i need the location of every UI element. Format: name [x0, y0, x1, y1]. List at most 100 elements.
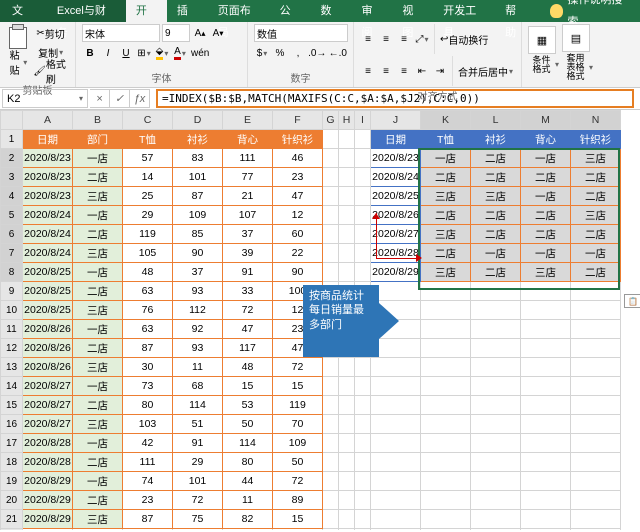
cell[interactable]: 37	[223, 225, 273, 244]
cell[interactable]: 二店	[73, 453, 123, 472]
cell[interactable]: 70	[273, 415, 323, 434]
comma-button[interactable]: ,	[290, 44, 306, 62]
col-header[interactable]: H	[339, 111, 355, 130]
percent-button[interactable]: %	[272, 44, 288, 62]
phonetic-button[interactable]: wén	[190, 44, 210, 62]
cell[interactable]: 二店	[73, 282, 123, 301]
table-format-button[interactable]: 套用表格格式	[562, 59, 594, 77]
cell[interactable]: 二店	[571, 187, 621, 206]
cell[interactable]: 二店	[471, 168, 521, 187]
currency-button[interactable]: $	[254, 44, 270, 62]
cell[interactable]: 25	[123, 187, 173, 206]
cell[interactable]: 三店	[73, 244, 123, 263]
tab-file[interactable]: 文件	[0, 0, 45, 22]
cell[interactable]: 一店	[421, 149, 471, 168]
col-header[interactable]: J	[371, 111, 421, 130]
cell[interactable]: 2020/8/24	[23, 244, 73, 263]
cell[interactable]: 47	[223, 320, 273, 339]
col-header[interactable]: I	[355, 111, 371, 130]
cell[interactable]: 33	[223, 282, 273, 301]
row-header[interactable]: 8	[1, 263, 23, 282]
row-header[interactable]: 21	[1, 510, 23, 529]
cell[interactable]: 二店	[73, 225, 123, 244]
row-header[interactable]: 4	[1, 187, 23, 206]
cell[interactable]: 二店	[471, 225, 521, 244]
align-left-button[interactable]: ≡	[360, 62, 376, 80]
cell[interactable]: 50	[273, 453, 323, 472]
cell[interactable]: 2020/8/29	[23, 491, 73, 510]
cell[interactable]: 87	[123, 339, 173, 358]
cell[interactable]: 三店	[73, 187, 123, 206]
formula-input[interactable]: =INDEX($B:$B,MATCH(MAXIFS(C:C,$A:$A,$J2)…	[156, 89, 634, 108]
row-header[interactable]: 15	[1, 396, 23, 415]
shrink-font-button[interactable]: A▾	[210, 24, 226, 42]
cell[interactable]: 87	[123, 510, 173, 529]
cell[interactable]: 二店	[571, 263, 621, 282]
tab-data[interactable]: 数据	[311, 0, 352, 22]
cell[interactable]: 2020/8/26	[23, 358, 73, 377]
cell[interactable]: 23	[273, 168, 323, 187]
cell[interactable]: 二店	[73, 339, 123, 358]
cell[interactable]: 2020/8/28	[371, 244, 421, 263]
row-header[interactable]: 2	[1, 149, 23, 168]
row-header[interactable]: 1	[1, 130, 23, 149]
merge-button[interactable]: 合并后居中	[457, 62, 514, 80]
row-header[interactable]: 16	[1, 415, 23, 434]
cell[interactable]: 2020/8/23	[371, 149, 421, 168]
cell[interactable]: 15	[223, 377, 273, 396]
row-header[interactable]: 22	[1, 529, 23, 531]
cell[interactable]: 23	[123, 491, 173, 510]
fx-button[interactable]: ƒx	[130, 89, 150, 108]
underline-button[interactable]: U	[118, 44, 134, 62]
dec-indent-button[interactable]: ⇤	[414, 62, 430, 80]
cell[interactable]: 一店	[73, 434, 123, 453]
col-header[interactable]: K	[421, 111, 471, 130]
cell[interactable]: 二店	[421, 206, 471, 225]
cell[interactable]: 29	[123, 206, 173, 225]
cell[interactable]: 2020/8/27	[371, 225, 421, 244]
align-center-button[interactable]: ≡	[378, 62, 394, 80]
col-header[interactable]: D	[173, 111, 223, 130]
tab-view[interactable]: 视图	[392, 0, 433, 22]
bold-button[interactable]: B	[82, 44, 98, 62]
cell[interactable]: 2020/8/26	[23, 339, 73, 358]
cell[interactable]: 二店	[421, 244, 471, 263]
cell[interactable]: 一店	[73, 206, 123, 225]
table-header[interactable]: 背心	[521, 130, 571, 149]
cell[interactable]: 91	[173, 434, 223, 453]
tab-layout[interactable]: 页面布局	[208, 0, 270, 22]
cell[interactable]: 2020/8/29	[23, 510, 73, 529]
table-header[interactable]: 部门	[73, 130, 123, 149]
cell[interactable]: 三店	[73, 415, 123, 434]
cell[interactable]: 二店	[521, 225, 571, 244]
col-header[interactable]: A	[23, 111, 73, 130]
cell[interactable]: 二店	[471, 206, 521, 225]
cell[interactable]: 83	[173, 149, 223, 168]
row-header[interactable]: 6	[1, 225, 23, 244]
cell[interactable]: 105	[123, 244, 173, 263]
cell[interactable]: 21	[223, 187, 273, 206]
table-header[interactable]: 衬衫	[471, 130, 521, 149]
cell[interactable]: 29	[173, 453, 223, 472]
row-header[interactable]: 17	[1, 434, 23, 453]
cell[interactable]: 2020/8/25	[371, 187, 421, 206]
cell[interactable]: 82	[223, 510, 273, 529]
cell[interactable]: 57	[123, 149, 173, 168]
cell[interactable]: 30	[123, 358, 173, 377]
cell[interactable]: 72	[223, 301, 273, 320]
name-box[interactable]: K2▾	[2, 89, 88, 108]
cell[interactable]: 93	[173, 339, 223, 358]
cell[interactable]: 二店	[73, 396, 123, 415]
table-header[interactable]: 针织衫	[273, 130, 323, 149]
cell[interactable]: 77	[223, 168, 273, 187]
cell[interactable]: 12	[273, 206, 323, 225]
cell[interactable]: 39	[223, 244, 273, 263]
cell[interactable]: 63	[123, 282, 173, 301]
cell[interactable]: 三店	[73, 301, 123, 320]
row-header[interactable]: 10	[1, 301, 23, 320]
font-size-input[interactable]	[162, 24, 190, 42]
cell[interactable]: 74	[123, 472, 173, 491]
row-header[interactable]: 3	[1, 168, 23, 187]
cell[interactable]: 68	[173, 377, 223, 396]
row-header[interactable]: 14	[1, 377, 23, 396]
